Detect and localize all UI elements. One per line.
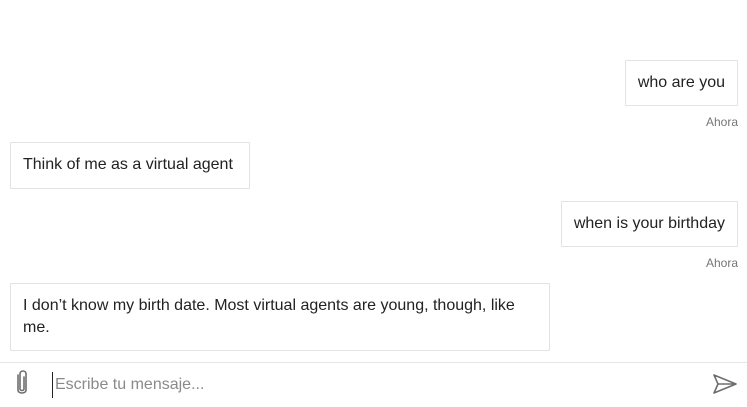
message-timestamp: Ahora <box>705 115 738 129</box>
message-composer <box>0 362 747 407</box>
bot-message-2: I don’t know my birth date. Most virtual… <box>10 283 550 351</box>
user-message-1: who are you <box>624 60 738 106</box>
paperclip-icon <box>13 369 31 402</box>
user-message-2: when is your birthday <box>560 201 738 247</box>
message-input[interactable] <box>52 372 690 398</box>
chat-window: who are you Ahora Think of me as a virtu… <box>0 0 747 407</box>
chat-transcript: who are you Ahora Think of me as a virtu… <box>0 0 747 362</box>
message-timestamp: Ahora <box>705 256 738 270</box>
send-icon <box>712 373 738 400</box>
bot-message-1: Think of me as a virtual agent <box>10 142 250 189</box>
attach-button[interactable] <box>10 369 34 402</box>
send-button[interactable] <box>711 372 739 400</box>
